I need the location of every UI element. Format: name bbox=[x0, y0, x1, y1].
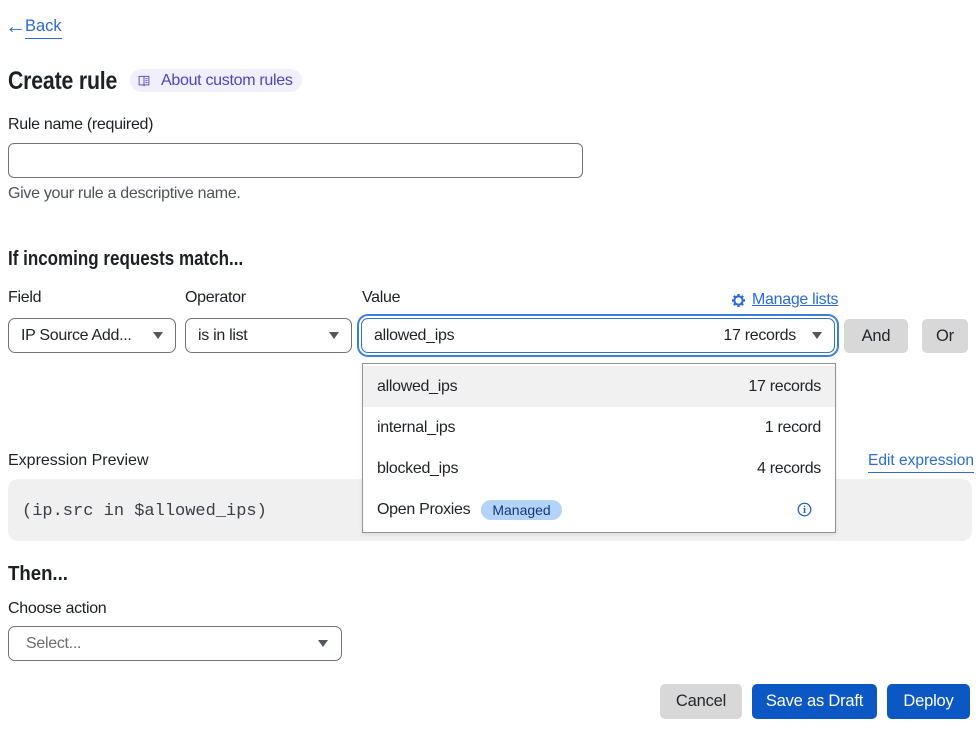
svg-text:i: i bbox=[803, 504, 806, 516]
